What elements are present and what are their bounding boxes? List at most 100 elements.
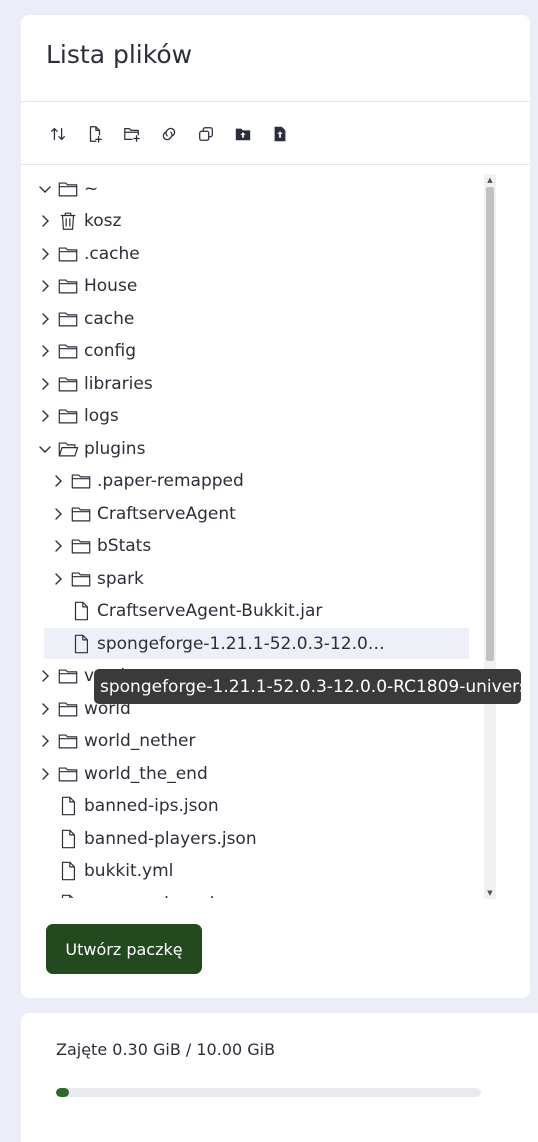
- tree-item-label: plugins: [84, 438, 146, 459]
- panel-title: Lista plików: [46, 40, 193, 69]
- chevron-right-icon[interactable]: [36, 277, 54, 295]
- chevron-right-icon[interactable]: [36, 407, 54, 425]
- tree-item-folder[interactable]: plugins: [36, 433, 145, 464]
- folder-icon: [56, 729, 80, 753]
- folder-icon: [69, 502, 93, 526]
- folder-icon: [56, 242, 80, 266]
- tree-item-label: libraries: [84, 373, 153, 394]
- folder-icon: [69, 534, 93, 558]
- tree-item-file[interactable]: banned-players.json: [36, 823, 257, 854]
- file-icon: [56, 794, 80, 818]
- storage-progress-bar: [56, 1088, 481, 1097]
- chevron-right-icon[interactable]: [36, 765, 54, 783]
- tree-item-folder[interactable]: cache: [36, 303, 134, 334]
- tree-item-label: banned-players.json: [84, 828, 257, 849]
- tree-item-file[interactable]: banned-ips.json: [36, 791, 219, 822]
- folder-icon: [56, 307, 80, 331]
- storage-panel: Zajęte 0.30 GiB / 10.00 GiB: [21, 1013, 538, 1142]
- tree-item-folder[interactable]: bStats: [36, 531, 151, 562]
- tree-item-file[interactable]: commands.yml: [36, 888, 214, 898]
- tree-item-folder[interactable]: world_nether: [36, 726, 195, 757]
- tree-item-folder[interactable]: CraftserveAgent: [36, 498, 236, 529]
- tree-item-label: bukkit.yml: [84, 861, 174, 881]
- folder-icon: [56, 664, 80, 688]
- upload-folder-icon[interactable]: [233, 124, 253, 144]
- chevron-down-icon[interactable]: [36, 180, 54, 198]
- file-icon: [56, 892, 80, 898]
- tree-item-folder[interactable]: House: [36, 271, 137, 302]
- chevron-right-icon[interactable]: [49, 570, 67, 588]
- tree-item-folder[interactable]: world_the_end: [36, 758, 208, 789]
- folder-open-icon: [56, 437, 80, 461]
- chevron-right-icon[interactable]: [49, 537, 67, 555]
- folder-icon: [56, 372, 80, 396]
- tree-item-folder[interactable]: libraries: [36, 368, 153, 399]
- tree-item-label: ~: [84, 178, 99, 199]
- tree-item-label: spongeforge-1.21.1-52.0.3-12.0…: [97, 633, 385, 654]
- folder-icon: [69, 469, 93, 493]
- tree-item-folder[interactable]: config: [36, 336, 136, 367]
- scroll-down-icon[interactable]: ▼: [484, 887, 496, 899]
- tree-item-label: config: [84, 341, 137, 361]
- chevron-right-icon[interactable]: [36, 667, 54, 685]
- tree-item-label: cache: [84, 308, 135, 329]
- create-package-button[interactable]: Utwórz paczkę: [46, 924, 202, 974]
- file-icon: [69, 599, 93, 623]
- chevron-down-icon[interactable]: [36, 440, 54, 458]
- tree-item-file[interactable]: bukkit.yml: [36, 856, 173, 887]
- folder-icon: [56, 339, 80, 363]
- file-tree: ~ kosz .cache House cache config libraries logs…: [22, 160, 484, 898]
- tree-item-file[interactable]: CraftserveAgent-Bukkit.jar: [36, 596, 322, 627]
- tree-item-label: world_nether: [84, 731, 196, 751]
- chevron-right-icon[interactable]: [36, 342, 54, 360]
- scroll-up-icon[interactable]: ▲: [484, 174, 496, 186]
- tree-item-label: .paper-remapped: [97, 471, 244, 491]
- tree-item-label: commands.yml: [84, 894, 214, 899]
- copy-icon[interactable]: [196, 124, 216, 144]
- divider: [21, 101, 530, 102]
- file-icon: [56, 827, 80, 851]
- tree-item-label: .cache: [84, 243, 140, 264]
- filename-tooltip: spongeforge-1.21.1-52.0.3-12.0.0-RC1809-…: [94, 669, 521, 704]
- tree-item-folder[interactable]: spark: [36, 563, 144, 594]
- tree-item-file[interactable]: spongeforge-1.21.1-52.0.3-12.0…: [44, 628, 469, 659]
- tree-item-folder[interactable]: .paper-remapped: [36, 466, 244, 497]
- folder-icon: [56, 697, 80, 721]
- tree-item-label: logs: [84, 406, 119, 426]
- link-icon[interactable]: [159, 124, 179, 144]
- sort-icon[interactable]: [48, 124, 68, 144]
- new-file-icon[interactable]: [85, 124, 105, 144]
- upload-file-icon[interactable]: [270, 124, 290, 144]
- tree-scrollbar[interactable]: ▲ ▼: [484, 174, 496, 899]
- scroll-thumb[interactable]: [486, 187, 494, 661]
- folder-icon: [56, 762, 80, 786]
- folder-icon: [56, 177, 80, 201]
- storage-progress-fill: [56, 1088, 69, 1097]
- storage-usage-text: Zajęte 0.30 GiB / 10.00 GiB: [56, 1040, 276, 1059]
- tree-item-label: world_the_end: [84, 763, 208, 784]
- trash-icon: [56, 209, 80, 233]
- new-folder-icon[interactable]: [122, 124, 142, 144]
- tree-item-label: spark: [97, 568, 144, 589]
- chevron-right-icon[interactable]: [36, 245, 54, 263]
- folder-icon: [56, 274, 80, 298]
- chevron-right-icon[interactable]: [49, 472, 67, 490]
- toolbar: [48, 124, 290, 144]
- chevron-right-icon[interactable]: [49, 505, 67, 523]
- file-icon: [69, 632, 93, 656]
- tree-item-label: bStats: [97, 536, 152, 556]
- tree-item-label: kosz: [84, 211, 122, 231]
- tree-item-folder[interactable]: logs: [36, 401, 119, 432]
- tree-item-folder[interactable]: ~: [36, 173, 98, 204]
- chevron-right-icon[interactable]: [36, 375, 54, 393]
- tree-item-label: CraftserveAgent: [97, 503, 236, 524]
- tree-item-label: CraftserveAgent-Bukkit.jar: [97, 601, 323, 621]
- chevron-right-icon[interactable]: [36, 212, 54, 230]
- chevron-right-icon[interactable]: [36, 700, 54, 718]
- tree-item-label: House: [84, 276, 138, 296]
- chevron-right-icon[interactable]: [36, 732, 54, 750]
- folder-icon: [69, 567, 93, 591]
- tree-item-folder[interactable]: .cache: [36, 238, 140, 269]
- chevron-right-icon[interactable]: [36, 310, 54, 328]
- tree-item-folder[interactable]: kosz: [36, 206, 121, 237]
